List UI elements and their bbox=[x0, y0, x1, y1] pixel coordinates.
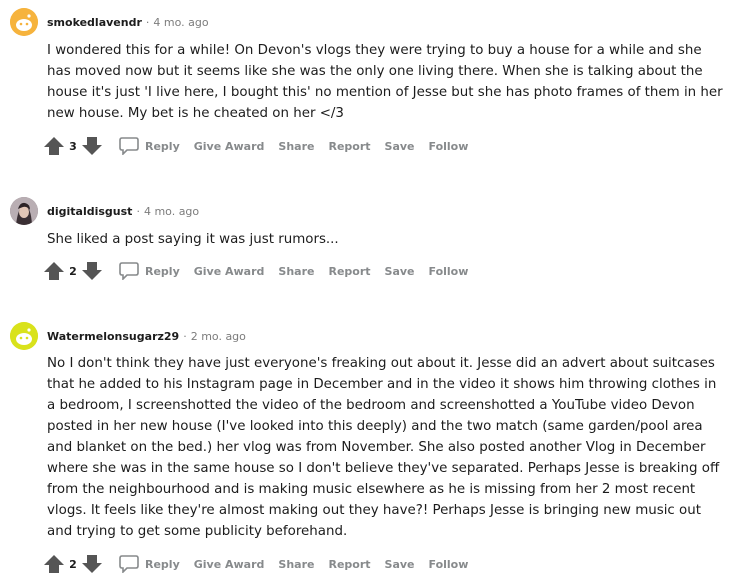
separator: · bbox=[136, 205, 140, 218]
downvote-icon[interactable] bbox=[81, 553, 103, 575]
comment-actions: 3 Reply Give Award Share Report Save Fol… bbox=[43, 134, 482, 158]
follow-button[interactable]: Follow bbox=[429, 558, 469, 571]
reply-label: Reply bbox=[145, 557, 180, 571]
downvote-icon[interactable] bbox=[81, 260, 103, 282]
comment-body: I wondered this for a while! On Devon's … bbox=[47, 40, 727, 124]
share-button[interactable]: Share bbox=[278, 140, 314, 153]
comment-actions: 2 Reply Give Award Share Report Save Fol… bbox=[43, 552, 482, 576]
username[interactable]: smokedlavendr bbox=[47, 16, 142, 29]
share-button[interactable]: Share bbox=[278, 265, 314, 278]
report-button[interactable]: Report bbox=[328, 140, 370, 153]
username[interactable]: digitaldisgust bbox=[47, 205, 132, 218]
separator: · bbox=[145, 16, 150, 29]
timestamp[interactable]: 4 mo. ago bbox=[144, 205, 199, 218]
user-photo-avatar-icon bbox=[10, 197, 38, 225]
reply-label: Reply bbox=[145, 264, 180, 278]
timestamp[interactable]: 2 mo. ago bbox=[191, 330, 246, 343]
save-button[interactable]: Save bbox=[385, 265, 415, 278]
comment-actions: 2 Reply Give Award Share Report Save Fol… bbox=[43, 259, 482, 283]
follow-button[interactable]: Follow bbox=[429, 140, 469, 153]
vote-score: 2 bbox=[69, 264, 77, 278]
avatar[interactable] bbox=[10, 322, 38, 350]
comment-body: She liked a post saying it was just rumo… bbox=[47, 229, 727, 250]
save-button[interactable]: Save bbox=[385, 558, 415, 571]
reply-button[interactable]: Reply bbox=[119, 262, 180, 280]
vote-score: 3 bbox=[69, 139, 77, 153]
comment-bubble-icon bbox=[119, 137, 139, 155]
comment-text: I wondered this for a while! On Devon's … bbox=[47, 43, 723, 121]
reply-button[interactable]: Reply bbox=[119, 555, 180, 573]
downvote-icon[interactable] bbox=[81, 135, 103, 157]
give-award-button[interactable]: Give Award bbox=[194, 140, 265, 153]
give-award-button[interactable]: Give Award bbox=[194, 265, 265, 278]
upvote-icon[interactable] bbox=[43, 135, 65, 157]
comment-bubble-icon bbox=[119, 555, 139, 573]
comment-meta: smokedlavendr · 4 mo. ago bbox=[47, 16, 209, 30]
timestamp[interactable]: 4 mo. ago bbox=[153, 16, 208, 29]
reply-button[interactable]: Reply bbox=[119, 137, 180, 155]
separator: · bbox=[183, 330, 187, 343]
snoo-avatar-icon bbox=[10, 322, 38, 350]
snoo-avatar-icon bbox=[10, 8, 38, 36]
follow-button[interactable]: Follow bbox=[429, 265, 469, 278]
comment-bubble-icon bbox=[119, 262, 139, 280]
vote-score: 2 bbox=[69, 557, 77, 571]
save-button[interactable]: Save bbox=[385, 140, 415, 153]
upvote-icon[interactable] bbox=[43, 260, 65, 282]
reply-label: Reply bbox=[145, 139, 180, 153]
username[interactable]: Watermelonsugarz29 bbox=[47, 330, 179, 343]
comment-meta: digitaldisgust · 4 mo. ago bbox=[47, 205, 199, 219]
avatar[interactable] bbox=[10, 197, 38, 225]
comment-body: No I don't think they have just everyone… bbox=[47, 353, 727, 542]
comment-text: She liked a post saying it was just rumo… bbox=[47, 232, 339, 247]
comment-meta: Watermelonsugarz29 · 2 mo. ago bbox=[47, 330, 246, 344]
share-button[interactable]: Share bbox=[278, 558, 314, 571]
upvote-icon[interactable] bbox=[43, 553, 65, 575]
report-button[interactable]: Report bbox=[328, 265, 370, 278]
report-button[interactable]: Report bbox=[328, 558, 370, 571]
avatar[interactable] bbox=[10, 8, 38, 36]
comment-text: No I don't think they have just everyone… bbox=[47, 356, 720, 539]
give-award-button[interactable]: Give Award bbox=[194, 558, 265, 571]
